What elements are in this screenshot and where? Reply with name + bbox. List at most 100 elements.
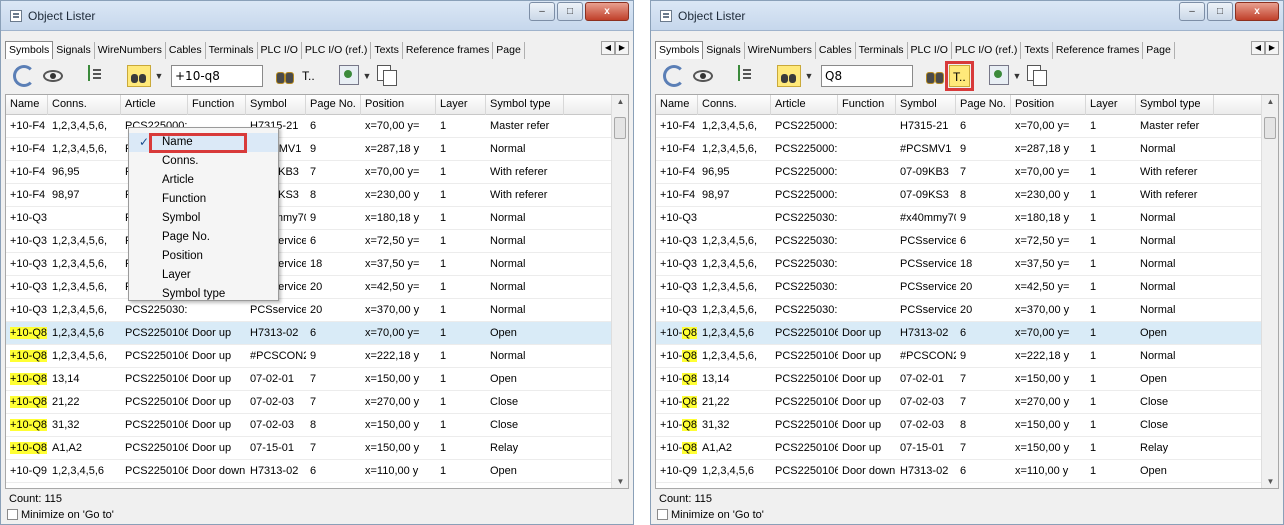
column-header-article[interactable]: Article (771, 95, 838, 115)
tab-cables[interactable]: Cables (166, 42, 206, 59)
search-column-button[interactable] (127, 65, 151, 87)
scroll-down-icon[interactable]: ▼ (612, 477, 628, 486)
network-icon[interactable] (339, 65, 359, 85)
column-header-symbol[interactable]: Symbol (246, 95, 306, 115)
table-row[interactable]: +10-F4 1,2,3,4,5,6, PCS225000: H7315-21 6 x=7… (6, 115, 612, 138)
tab-plc-i-o[interactable]: PLC I/O (908, 42, 952, 59)
tab-symbols[interactable]: Symbols (5, 41, 54, 59)
menu-item-position[interactable]: Position (129, 247, 278, 266)
table-row[interactable]: +10-Q31,2,3,4,5,6,PCS225030:PCSserviceb1… (6, 253, 612, 276)
column-header-page-no[interactable]: Page No. (956, 95, 1011, 115)
tab-reference-frames[interactable]: Reference frames (403, 42, 494, 59)
table-row[interactable]: +10-Q8 1,2,3,4,5,6, PCS2250106 Door up #PCSC… (656, 345, 1262, 368)
search-column-button[interactable] (777, 65, 801, 87)
column-header-symbol-type[interactable]: Symbol type (486, 95, 564, 115)
table-row[interactable]: +10-Q8 31,32 PCS2250106 Door up 07-02-03 8 x=1… (656, 414, 1262, 437)
network-dropdown-icon[interactable]: ▼ (361, 65, 373, 87)
scroll-down-icon[interactable]: ▼ (1262, 477, 1278, 486)
maximize-button[interactable]: □ (557, 2, 583, 21)
minimize-on-goto-checkbox[interactable]: Minimize on 'Go to' (7, 509, 114, 521)
vertical-scrollbar[interactable]: ▲ ▼ (611, 95, 628, 488)
search-input[interactable]: Q8 (821, 65, 913, 87)
table-row[interactable]: +10-F496,95PCS225000:07-09KB37x=70,00 y=… (656, 161, 1262, 184)
column-header-function[interactable]: Function (838, 95, 896, 115)
vertical-scrollbar[interactable]: ▲ ▼ (1261, 95, 1278, 488)
scroll-up-icon[interactable]: ▲ (612, 97, 628, 106)
table-row[interactable]: +10-Q31,2,3,4,5,6,PCS225030:PCSserviceb2… (6, 299, 612, 322)
find-binoculars-icon[interactable] (925, 65, 947, 85)
column-header-symbol-type[interactable]: Symbol type (1136, 95, 1214, 115)
minimize-on-goto-checkbox[interactable]: Minimize on 'Go to' (657, 509, 764, 521)
column-header-position[interactable]: Position (1011, 95, 1086, 115)
column-header-layer[interactable]: Layer (436, 95, 486, 115)
tab-plc-i-o-ref[interactable]: PLC I/O (ref.) (952, 42, 1022, 59)
table-row[interactable]: +10-F496,95PCS225000:07-09KB37x=70,00 y=… (6, 161, 612, 184)
minimize-button[interactable]: – (529, 2, 555, 21)
tab-texts[interactable]: Texts (1021, 42, 1053, 59)
table-row[interactable]: +10-Q8 A1,A2 PCS2250106 Door up 07-15-01 7 x=1… (656, 437, 1262, 460)
find-binoculars-icon[interactable] (275, 65, 297, 85)
menu-item-symbol-type[interactable]: Symbol type (129, 285, 278, 304)
tab-symbols[interactable]: Symbols (655, 41, 704, 59)
scroll-thumb[interactable] (1264, 117, 1276, 139)
table-row[interactable]: +10-Q8 21,22 PCS2250106 Door up 07-02-03 7 x=2… (6, 391, 612, 414)
column-header-name[interactable]: Name (6, 95, 48, 115)
table-row[interactable]: +10-Q3PCS225030:#x40mmy709x=180,18 y1Nor… (6, 207, 612, 230)
table-row[interactable]: +10-Q8 13,14 PCS2250106 Door up 07-02-01 7 x=1… (6, 368, 612, 391)
table-row[interactable]: +10-Q8 31,32 PCS2250106 Door up 07-02-03 8 x=1… (6, 414, 612, 437)
tab-plc-i-o[interactable]: PLC I/O (258, 42, 302, 59)
menu-item-symbol[interactable]: Symbol (129, 209, 278, 228)
menu-item-page-no[interactable]: Page No. (129, 228, 278, 247)
table-row[interactable]: +10-Q3PCS225030:#x40mmy709x=180,18 y1Nor… (656, 207, 1262, 230)
maximize-button[interactable]: □ (1207, 2, 1233, 21)
search-column-dropdown-icon[interactable]: ▼ (803, 65, 815, 87)
column-header-name[interactable]: Name (656, 95, 698, 115)
table-row[interactable]: +10-Q8 13,14 PCS2250106 Door up 07-02-01 7 x=1… (656, 368, 1262, 391)
table-row[interactable]: +10-Q9 1,2,3,4,5,6 PCS2250106 Door down H731… (656, 460, 1262, 483)
table-row[interactable]: +10-F4 1,2,3,4,5,6, PCS225000: H7315-21 6 x=7… (656, 115, 1262, 138)
tab-scroll-left-icon[interactable]: ◀ (1251, 41, 1265, 55)
table-row[interactable]: +10-Q31,2,3,4,5,6,PCS225030:PCSserviceb2… (656, 276, 1262, 299)
tab-terminals[interactable]: Terminals (206, 42, 258, 59)
checkbox-icon[interactable] (657, 509, 668, 520)
copy-icon[interactable] (377, 65, 397, 86)
table-row[interactable]: +10-Q31,2,3,4,5,6,PCS225030:PCSserviceb2… (6, 276, 612, 299)
close-button[interactable]: x (585, 2, 629, 21)
tab-scroll-right-icon[interactable]: ▶ (615, 41, 629, 55)
table-row[interactable]: +10-F4 1,2,3,4,5,6, PCS225000: #PCSMV1 9 x=28… (656, 138, 1262, 161)
scroll-up-icon[interactable]: ▲ (1262, 97, 1278, 106)
tab-page[interactable]: Page (493, 42, 525, 59)
menu-item-article[interactable]: Article (129, 171, 278, 190)
table-row[interactable]: +10-Q8 1,2,3,4,5,6 PCS2250106 Door up H7313-… (656, 322, 1262, 345)
tab-scroll-left-icon[interactable]: ◀ (601, 41, 615, 55)
search-column-dropdown-icon[interactable]: ▼ (153, 65, 165, 87)
column-header-layer[interactable]: Layer (1086, 95, 1136, 115)
menu-item-layer[interactable]: Layer (129, 266, 278, 285)
table-row[interactable]: +10-Q91,2,3,4,5,6,PCS2250106Door down#PC… (6, 483, 612, 488)
close-button[interactable]: x (1235, 2, 1279, 21)
tab-cables[interactable]: Cables (816, 42, 856, 59)
checkbox-icon[interactable] (7, 509, 18, 520)
column-header-position[interactable]: Position (361, 95, 436, 115)
table-row[interactable]: +10-Q9 1,2,3,4,5,6 PCS2250106 Door down H731… (6, 460, 612, 483)
column-header-conns[interactable]: Conns. (698, 95, 771, 115)
tab-scroll-right-icon[interactable]: ▶ (1265, 41, 1279, 55)
table-row[interactable]: +10-Q91,2,3,4,5,6,PCS2250106Door down#PC… (656, 483, 1262, 488)
tab-signals[interactable]: Signals (703, 42, 745, 59)
table-row[interactable]: +10-Q8 1,2,3,4,5,6, PCS2250106 Door up #PCSC… (6, 345, 612, 368)
filter-text-button[interactable]: T.. (945, 61, 974, 91)
tab-plc-i-o-ref[interactable]: PLC I/O (ref.) (302, 42, 372, 59)
menu-item-conns[interactable]: Conns. (129, 152, 278, 171)
menu-item-function[interactable]: Function (129, 190, 278, 209)
scroll-thumb[interactable] (614, 117, 626, 139)
table-row[interactable]: +10-Q31,2,3,4,5,6,PCS225030:PCSserviceb6… (6, 230, 612, 253)
tab-signals[interactable]: Signals (53, 42, 95, 59)
column-header-page-no[interactable]: Page No. (306, 95, 361, 115)
tab-terminals[interactable]: Terminals (856, 42, 908, 59)
column-header-conns[interactable]: Conns. (48, 95, 121, 115)
copy-icon[interactable] (1027, 65, 1047, 86)
tab-texts[interactable]: Texts (371, 42, 403, 59)
table-row[interactable]: +10-F498,97PCS225000:07-09KS38x=230,00 y… (6, 184, 612, 207)
table-row[interactable]: +10-Q31,2,3,4,5,6,PCS225030:PCSserviceb2… (656, 299, 1262, 322)
table-row[interactable]: +10-Q8 21,22 PCS2250106 Door up 07-02-03 7 x=2… (656, 391, 1262, 414)
